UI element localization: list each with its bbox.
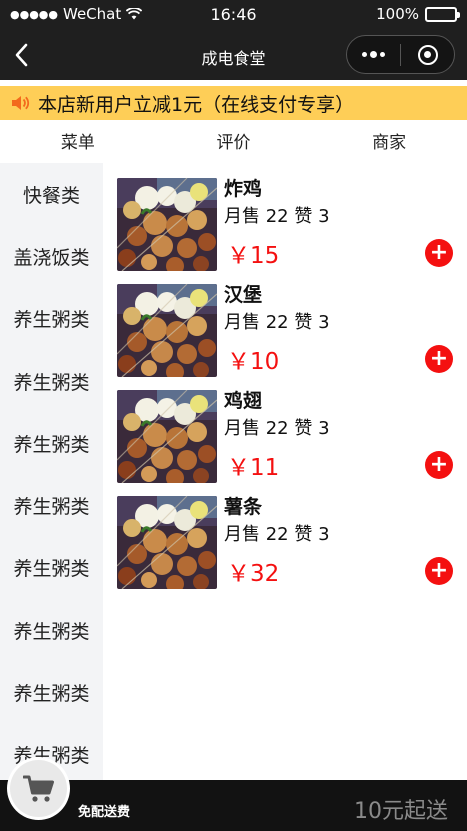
cart-icon — [22, 775, 54, 802]
nav-bar: 成电食堂 — [0, 30, 467, 80]
food-item[interactable]: 薯条 月售 22 赞 3 ￥32 + — [103, 481, 467, 589]
tab-bar: 菜单 评价 商家 — [0, 124, 467, 162]
category-item[interactable]: 盖浇饭类 — [0, 225, 103, 287]
min-order-label: 10元起送 — [354, 799, 448, 824]
food-image — [117, 284, 217, 377]
target-icon — [417, 44, 438, 65]
cart-button[interactable] — [10, 760, 67, 817]
add-to-cart-button[interactable]: + — [425, 557, 453, 585]
food-image — [117, 390, 217, 483]
category-sidebar: 快餐类 盖浇饭类 养生粥类 养生粥类 养生粥类 养生粥类 养生粥类 养生粥类 养… — [0, 163, 103, 780]
tab-merchant[interactable]: 商家 — [311, 124, 467, 162]
food-item[interactable]: 汉堡 月售 22 赞 3 ￥10 + — [103, 269, 467, 377]
more-button[interactable] — [347, 36, 400, 73]
speaker-icon — [12, 96, 30, 110]
food-list: 炸鸡 月售 22 赞 3 ￥15 + 汉堡 月售 22 赞 3 ￥10 + 鸡翅… — [103, 163, 467, 589]
food-name: 薯条 — [224, 496, 263, 518]
status-right: 100% — [376, 5, 460, 23]
food-price: ￥32 — [227, 561, 280, 587]
food-image — [117, 178, 217, 271]
promo-notice: 本店新用户立减1元（在线支付专享） — [0, 86, 467, 120]
category-item[interactable]: 快餐类 — [0, 163, 103, 226]
promo-notice-text: 本店新用户立减1元（在线支付专享） — [38, 93, 355, 116]
status-bar: ●●●●● WeChat 16:46 100% — [0, 0, 467, 30]
category-item[interactable]: 养生粥类 — [0, 412, 103, 474]
category-item[interactable]: 养生粥类 — [0, 599, 103, 661]
more-dots-icon — [362, 51, 385, 58]
food-name: 炸鸡 — [224, 178, 263, 200]
battery-icon — [425, 6, 460, 22]
category-item[interactable]: 养生粥类 — [0, 537, 103, 599]
category-item[interactable]: 养生粥类 — [0, 288, 103, 350]
food-sales: 月售 22 赞 3 — [224, 206, 330, 227]
food-price: ￥11 — [227, 455, 280, 481]
tab-menu[interactable]: 菜单 — [0, 124, 156, 162]
category-item[interactable]: 养生粥类 — [0, 661, 103, 723]
tab-reviews[interactable]: 评价 — [156, 124, 312, 162]
food-image — [117, 496, 217, 589]
food-name: 汉堡 — [224, 284, 263, 306]
food-sales: 月售 22 赞 3 — [224, 524, 330, 545]
food-sales: 月售 22 赞 3 — [224, 312, 330, 333]
food-item[interactable]: 炸鸡 月售 22 赞 3 ￥15 + — [103, 163, 467, 271]
food-price: ￥15 — [227, 243, 280, 269]
category-item[interactable]: 养生粥类 — [0, 474, 103, 536]
food-sales: 月售 22 赞 3 — [224, 418, 330, 439]
close-mini-program-button[interactable] — [401, 36, 454, 73]
food-name: 鸡翅 — [224, 390, 263, 412]
food-price: ￥10 — [227, 349, 280, 375]
add-to-cart-button[interactable]: + — [425, 345, 453, 373]
add-to-cart-button[interactable]: + — [425, 239, 453, 267]
free-shipping-label: 免配送费 — [78, 805, 131, 820]
food-item[interactable]: 鸡翅 月售 22 赞 3 ￥11 + — [103, 375, 467, 483]
add-to-cart-button[interactable]: + — [425, 451, 453, 479]
category-item[interactable]: 养生粥类 — [0, 350, 103, 412]
mini-program-capsule — [346, 35, 455, 74]
battery-percent: 100% — [376, 5, 419, 23]
cart-bar: 免配送费 10元起送 — [0, 760, 467, 831]
